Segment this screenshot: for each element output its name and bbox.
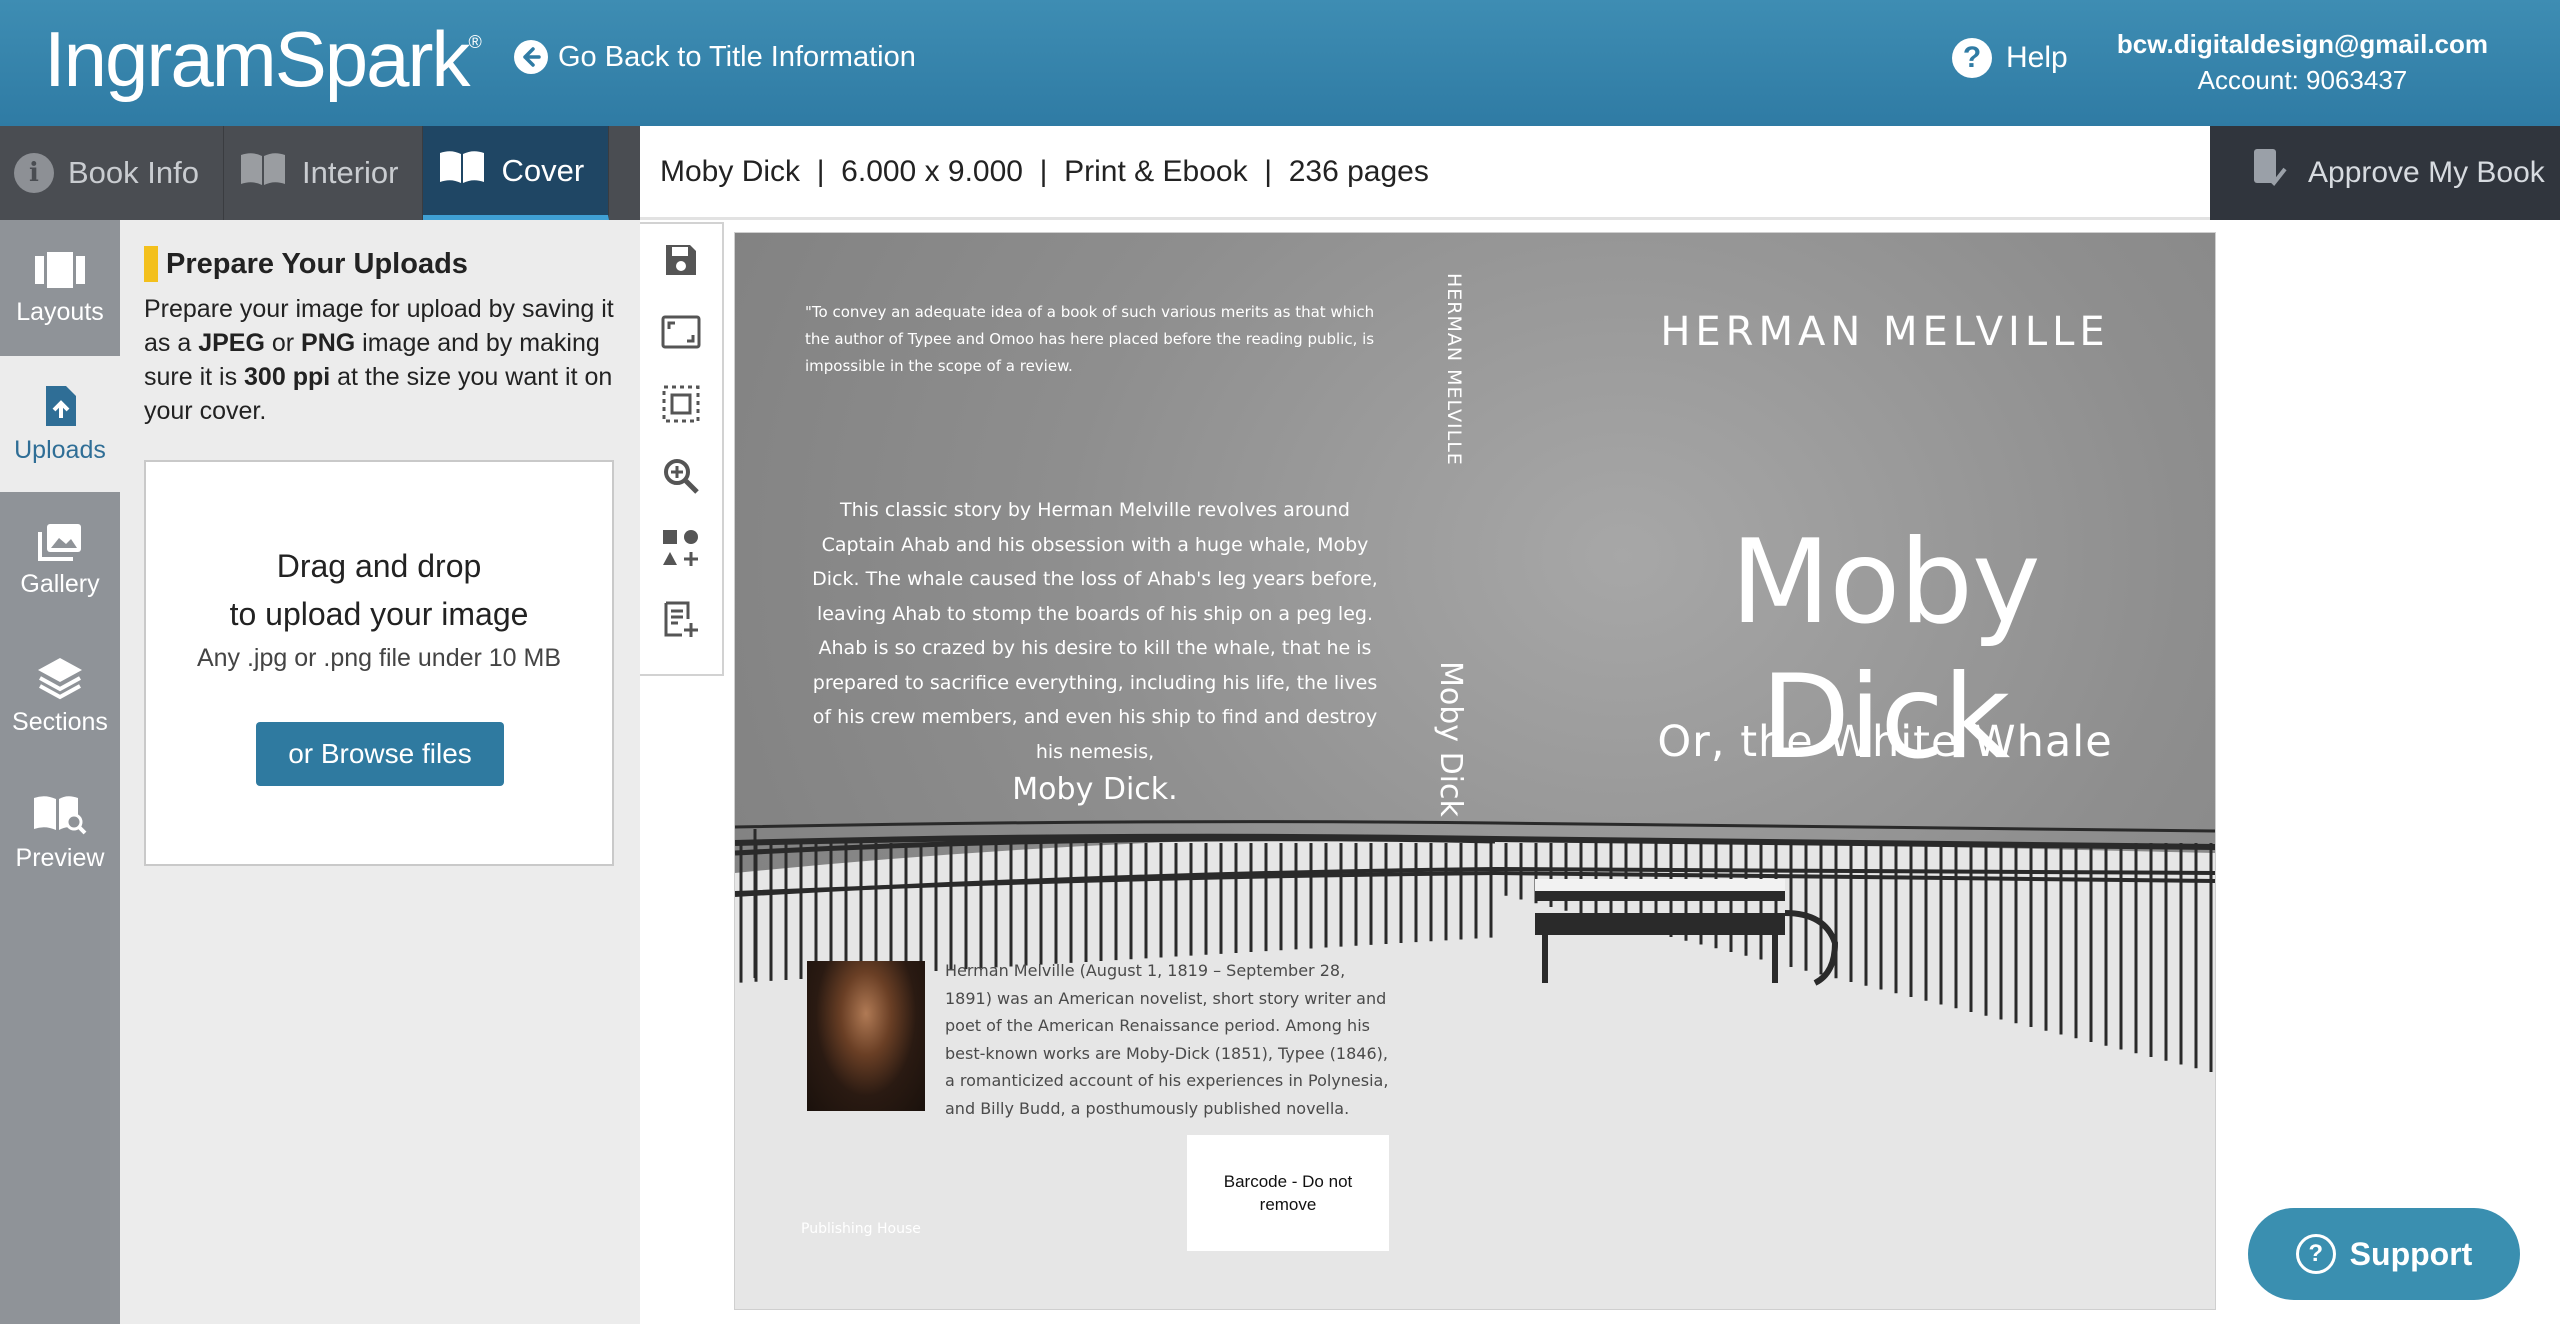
help-circle-icon: ? bbox=[2295, 1234, 2336, 1274]
approve-my-book-button[interactable]: Approve My Book bbox=[2210, 126, 2560, 220]
arrow-left-icon bbox=[514, 40, 548, 74]
tab-label: Interior bbox=[301, 155, 399, 190]
rail-layouts[interactable]: Layouts bbox=[0, 220, 120, 356]
tool-rail: Layouts Uploads Gallery Sections Preview bbox=[0, 220, 120, 1324]
zoom-in-button[interactable] bbox=[640, 440, 722, 512]
add-shapes-button[interactable] bbox=[640, 512, 722, 584]
app-header: IngramSpark® Go Back to Title Informatio… bbox=[0, 0, 2560, 126]
rail-label: Preview bbox=[15, 843, 105, 872]
save-button[interactable] bbox=[640, 224, 722, 296]
zoom-in-icon bbox=[664, 459, 699, 494]
tab-label: Cover bbox=[501, 152, 585, 188]
tab-cover[interactable]: Cover bbox=[423, 126, 610, 220]
uploads-panel: Prepare Your Uploads Prepare your image … bbox=[120, 220, 640, 1324]
preview-icon bbox=[34, 795, 87, 834]
author-bio[interactable]: Herman Melville (August 1, 1819 – Septem… bbox=[945, 957, 1397, 1122]
desc-text: or bbox=[264, 329, 302, 357]
dropzone-heading: Drag and drop to upload your image bbox=[146, 542, 612, 638]
help-label: Help bbox=[2006, 41, 2068, 74]
book-open-icon bbox=[238, 149, 288, 197]
front-cover-subtitle[interactable]: Or, the White Whale bbox=[1605, 717, 2165, 767]
dropzone-line-2: to upload your image bbox=[229, 596, 529, 632]
dropzone-line-1: Drag and drop bbox=[276, 548, 482, 584]
separator-glyph: | bbox=[1264, 154, 1273, 188]
tab-book-info[interactable]: i Book Info bbox=[0, 126, 224, 220]
desc-jpeg: JPEG bbox=[198, 329, 265, 357]
approve-label: Approve My Book bbox=[2308, 156, 2545, 189]
park-bench bbox=[1535, 879, 1839, 986]
save-icon bbox=[666, 245, 696, 275]
editor-tabs: i Book Info Interior Cover bbox=[0, 126, 640, 220]
spine-title[interactable]: Moby Dick bbox=[1433, 661, 1468, 817]
rail-sections[interactable]: Sections bbox=[0, 628, 120, 764]
rail-label: Gallery bbox=[20, 569, 100, 598]
author-portrait[interactable] bbox=[807, 961, 925, 1111]
barcode-placeholder: Barcode - Do not remove bbox=[1187, 1135, 1389, 1251]
tab-label: Book Info bbox=[68, 155, 199, 190]
page-count: 236 pages bbox=[1288, 154, 1429, 188]
help-icon: ? bbox=[1952, 38, 1992, 78]
account-info[interactable]: bcw.digitaldesign@gmail.com Account: 906… bbox=[2117, 26, 2488, 98]
desc-ppi: 300 ppi bbox=[244, 363, 331, 391]
fit-screen-icon bbox=[661, 315, 701, 349]
add-text-icon bbox=[664, 601, 698, 637]
back-link-label: Go Back to Title Information bbox=[558, 40, 916, 73]
front-cover-author[interactable]: HERMAN MELVILLE bbox=[1605, 309, 2165, 355]
select-area-button[interactable] bbox=[640, 368, 722, 440]
layouts-icon bbox=[35, 251, 85, 288]
blurb-ending: Moby Dick. bbox=[1012, 772, 1178, 807]
desc-png: PNG bbox=[301, 329, 356, 357]
blurb-text: This classic story by Herman Melville re… bbox=[812, 499, 1378, 763]
book-title: Moby Dick bbox=[660, 154, 801, 188]
info-icon: i bbox=[14, 153, 54, 193]
account-number: Account: 9063437 bbox=[2197, 65, 2408, 95]
panel-description: Prepare your image for upload by saving … bbox=[144, 292, 634, 428]
back-to-title-link[interactable]: Go Back to Title Information bbox=[514, 40, 916, 74]
upload-dropzone[interactable]: Drag and drop to upload your image Any .… bbox=[144, 460, 614, 866]
rail-label: Layouts bbox=[16, 297, 104, 326]
help-link[interactable]: ? Help bbox=[1952, 38, 2068, 78]
publisher-name[interactable]: Publishing House bbox=[801, 1221, 921, 1237]
support-button[interactable]: ? Support bbox=[2248, 1208, 2520, 1300]
back-cover-quote[interactable]: "To convey an adequate idea of a book of… bbox=[805, 299, 1385, 380]
back-cover-blurb[interactable]: This classic story by Herman Melville re… bbox=[805, 493, 1385, 811]
logo-registered-mark: ® bbox=[468, 32, 482, 52]
fit-screen-button[interactable] bbox=[640, 296, 722, 368]
separator-glyph: | bbox=[1039, 154, 1048, 188]
ingramspark-logo[interactable]: IngramSpark® bbox=[44, 14, 482, 105]
add-shapes-icon bbox=[663, 530, 698, 566]
support-label: Support bbox=[2349, 1235, 2473, 1272]
separator: | bbox=[1248, 155, 1289, 189]
rail-label: Sections bbox=[12, 707, 108, 736]
account-email: bcw.digitaldesign@gmail.com bbox=[2116, 29, 2488, 59]
approve-book-icon bbox=[2250, 147, 2288, 199]
panel-title: Prepare Your Uploads bbox=[144, 246, 468, 282]
trim-size: 6.000 x 9.000 bbox=[841, 154, 1023, 188]
book-cover-icon bbox=[437, 147, 487, 195]
spine-author[interactable]: HERMAN MELVILLE bbox=[1443, 273, 1465, 466]
rail-label: Uploads bbox=[14, 435, 106, 464]
separator: | bbox=[800, 155, 841, 189]
browse-files-button[interactable]: or Browse files bbox=[256, 722, 504, 786]
rail-uploads[interactable]: Uploads bbox=[0, 356, 120, 492]
book-summary-bar: Moby Dick | 6.000 x 9.000 | Print & Eboo… bbox=[640, 126, 2212, 220]
canvas-toolbar bbox=[640, 222, 724, 676]
layers-icon bbox=[38, 657, 82, 699]
rail-gallery[interactable]: Gallery bbox=[0, 492, 120, 628]
add-text-button[interactable] bbox=[640, 584, 722, 656]
panel-title-text: Prepare Your Uploads bbox=[166, 247, 468, 280]
tab-interior[interactable]: Interior bbox=[224, 126, 424, 220]
logo-text: IngramSpark bbox=[44, 15, 471, 103]
dropzone-file-hint: Any .jpg or .png file under 10 MB bbox=[196, 644, 562, 672]
select-area-icon bbox=[662, 385, 700, 423]
book-format: Print & Ebook bbox=[1064, 154, 1248, 188]
upload-icon bbox=[46, 385, 76, 426]
rail-preview[interactable]: Preview bbox=[0, 764, 120, 900]
gallery-icon bbox=[38, 523, 81, 561]
title-accent-bar bbox=[144, 246, 158, 282]
separator-glyph: | bbox=[816, 154, 825, 188]
book-cover-preview[interactable]: "To convey an adequate idea of a book of… bbox=[734, 232, 2216, 1310]
separator: | bbox=[1023, 155, 1064, 189]
